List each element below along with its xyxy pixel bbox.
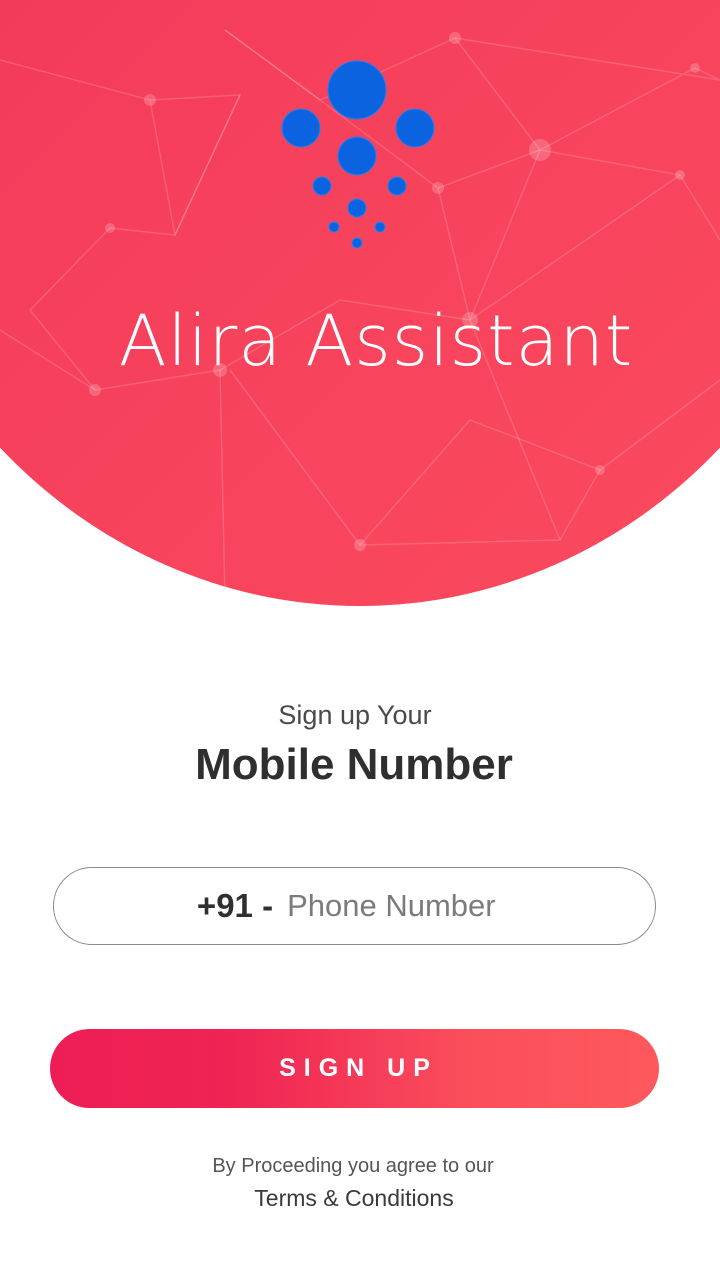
signup-screen: Alira Assistant Sign up Your Mobile Numb… bbox=[0, 0, 720, 1280]
legal-notice: By Proceeding you agree to our bbox=[212, 1155, 494, 1177]
country-code-label: +91 - bbox=[196, 887, 274, 924]
sign-up-button[interactable]: SIGN UP bbox=[50, 1029, 659, 1108]
phone-number-input[interactable] bbox=[287, 888, 513, 924]
phone-number-field[interactable]: +91 - bbox=[53, 867, 656, 945]
signup-subtitle: Sign up Your bbox=[278, 700, 432, 730]
app-title: Alira Assistant bbox=[118, 300, 634, 382]
dots-logo-icon bbox=[281, 60, 435, 249]
terms-conditions-link[interactable]: Terms & Conditions bbox=[0, 1185, 708, 1212]
signup-heading: Mobile Number bbox=[195, 740, 513, 789]
